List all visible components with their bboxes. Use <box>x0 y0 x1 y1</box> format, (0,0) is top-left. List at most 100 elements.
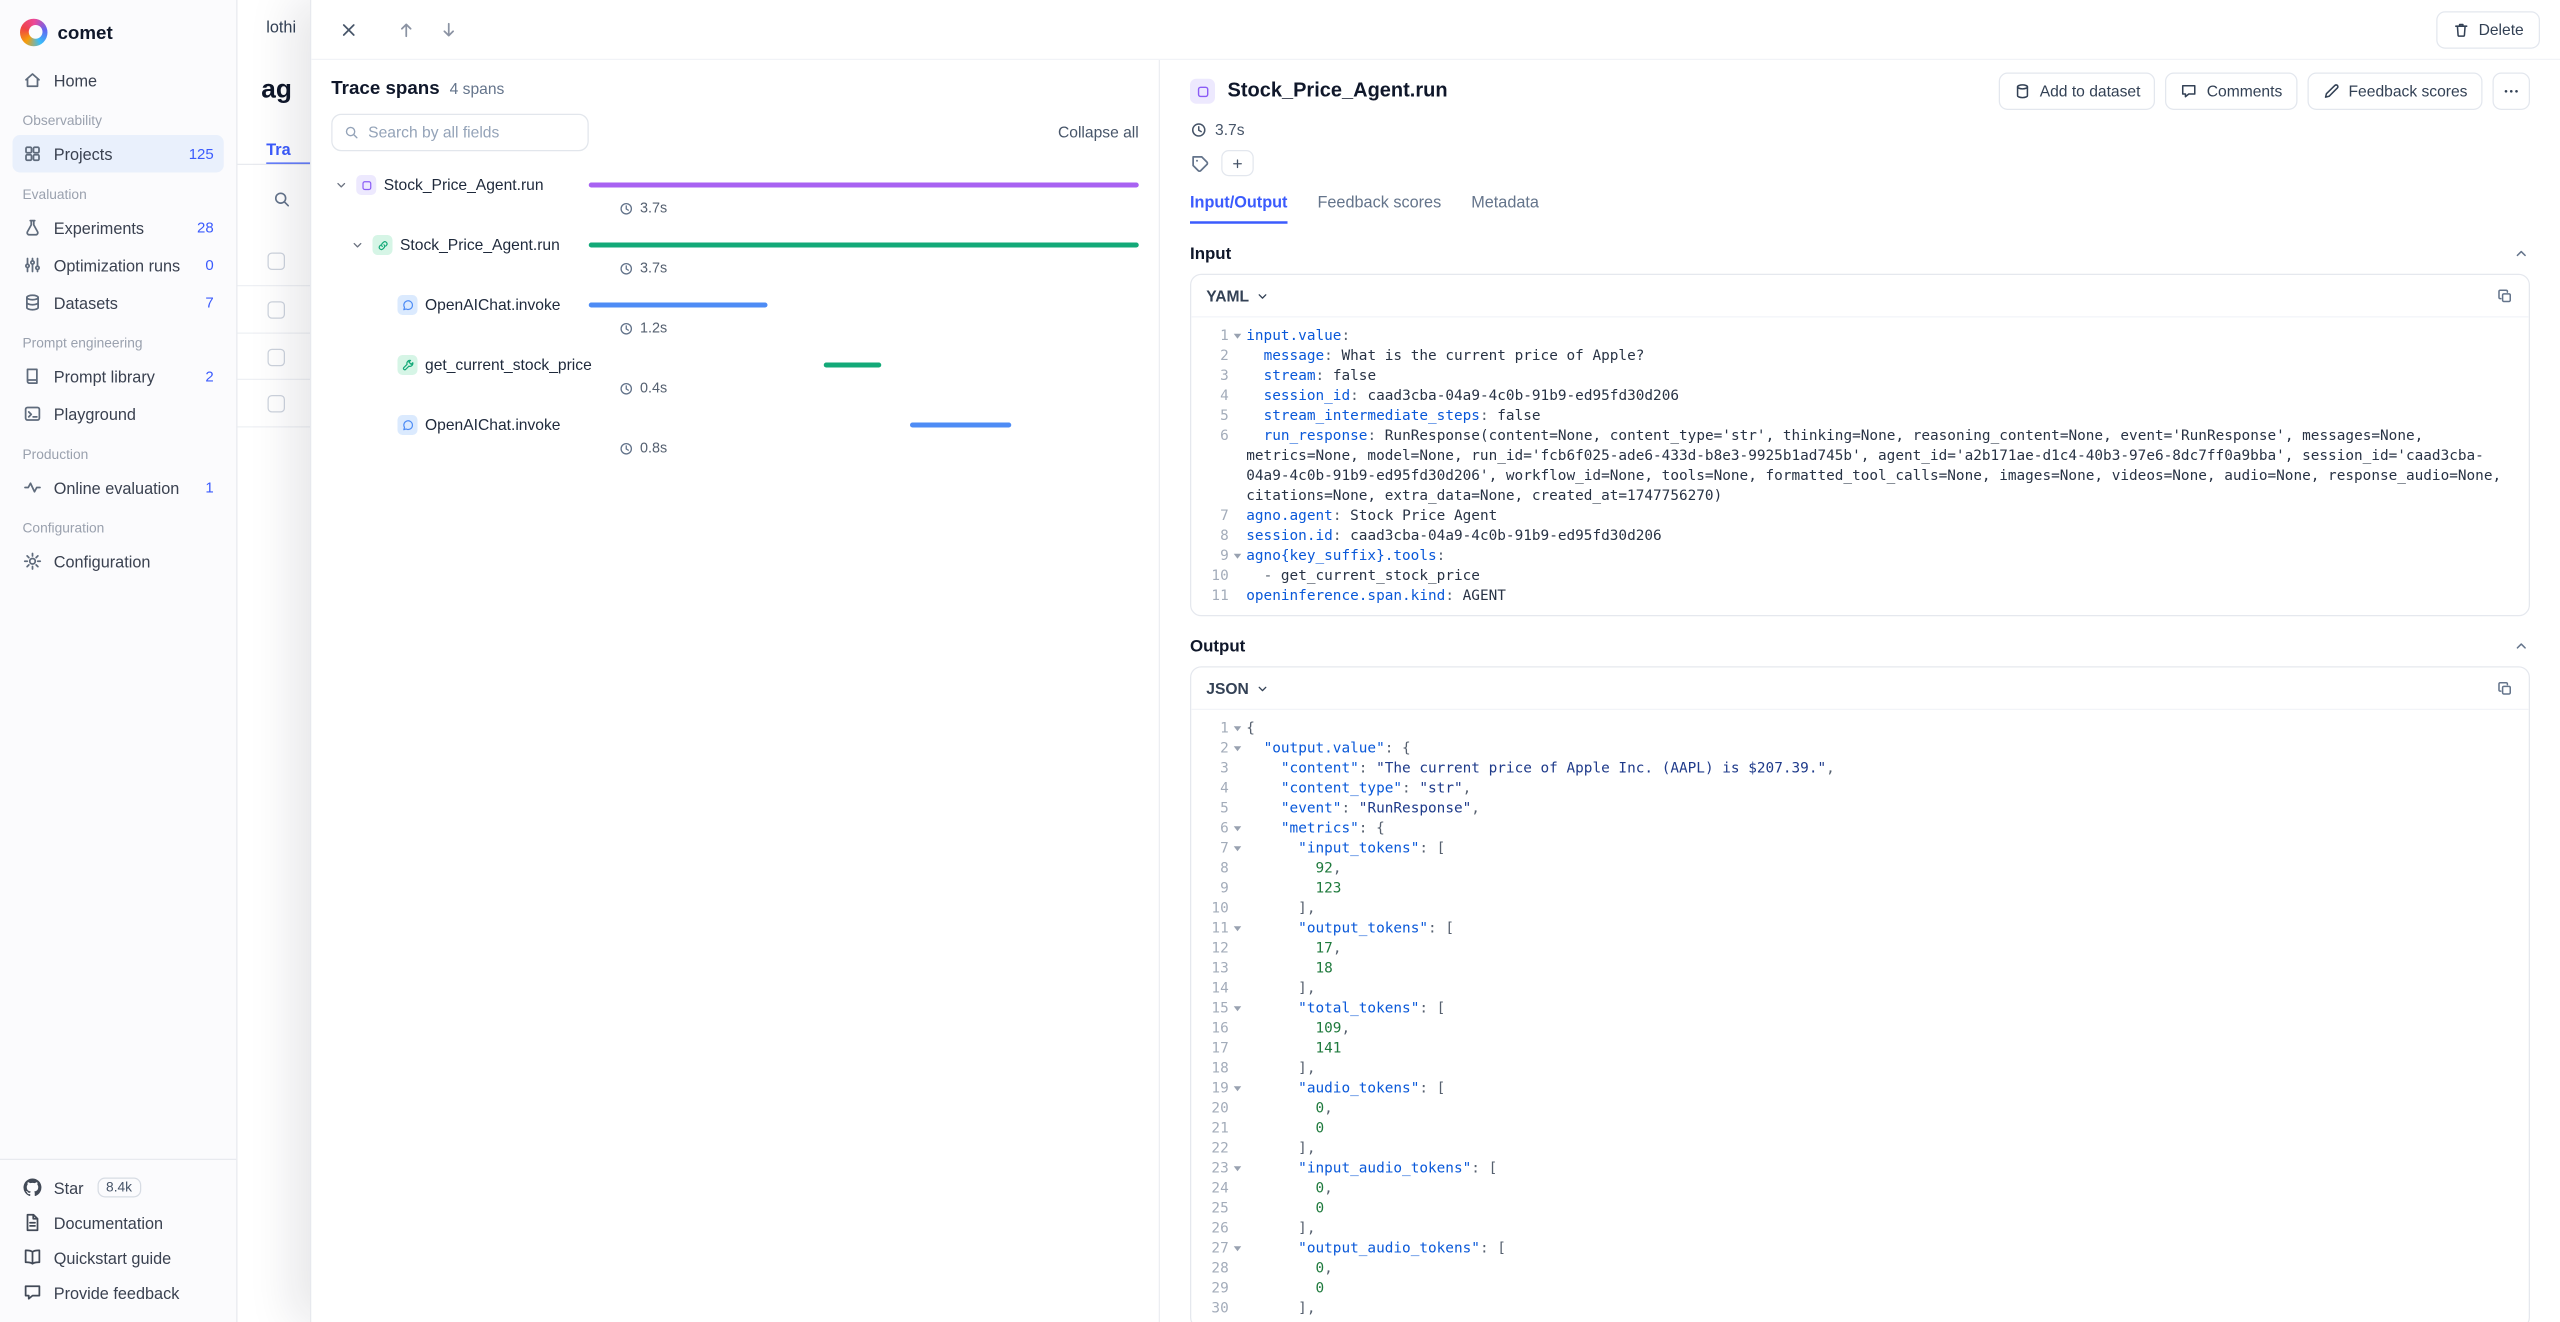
tab-input-output[interactable]: Input/Output <box>1190 193 1287 224</box>
sidebar-section-evaluation: Evaluation <box>13 173 224 209</box>
row-divider <box>238 426 311 427</box>
span-bar <box>910 423 1012 428</box>
row-checkbox[interactable] <box>268 395 286 413</box>
span-timeline <box>589 231 1139 259</box>
page-title: ag <box>261 75 292 105</box>
collapse-input-button[interactable] <box>2513 244 2531 262</box>
sidebar-item-label: Configuration <box>54 552 151 571</box>
sidebar-item-label: Documentation <box>54 1213 163 1232</box>
tab-metadata[interactable]: Metadata <box>1471 193 1539 224</box>
span-duration-row: 3.7s <box>1190 121 2530 139</box>
sidebar-item-documentation[interactable]: Documentation <box>13 1205 224 1240</box>
detail-actions: Add to dataset Comments Feedback scores <box>1998 73 2530 111</box>
sidebar-item-configuration[interactable]: Configuration <box>13 543 224 581</box>
sidebar-item-provide-feedback[interactable]: Provide feedback <box>13 1275 224 1310</box>
copy-button[interactable] <box>2496 679 2514 697</box>
next-trace-button[interactable] <box>431 12 466 47</box>
span-duration: 3.7s <box>619 261 1139 276</box>
trace-spans-header: Trace spans 4 spans <box>331 73 1139 114</box>
chevron-down-icon <box>1255 288 1270 303</box>
input-code-toolbar: YAML <box>1191 275 2529 318</box>
sidebar: comet Home Observability Projects 125 Ev… <box>0 0 238 1322</box>
delete-button[interactable]: Delete <box>2436 11 2540 49</box>
github-icon <box>23 1178 43 1198</box>
add-tag-button[interactable] <box>1221 150 1254 176</box>
workspace-name[interactable]: lothi <box>266 18 296 37</box>
chevron-down-icon <box>1255 681 1270 696</box>
feedback-scores-button[interactable]: Feedback scores <box>2307 73 2482 111</box>
sidebar-section-configuration: Configuration <box>13 506 224 542</box>
span-name: Stock_Price_Agent.run <box>400 236 560 254</box>
format-select[interactable]: YAML <box>1206 287 1270 305</box>
copy-button[interactable] <box>2496 287 2514 305</box>
format-select[interactable]: JSON <box>1206 679 1270 697</box>
clock-icon <box>619 441 634 456</box>
chevron-down-icon[interactable] <box>334 178 349 193</box>
comments-button[interactable]: Comments <box>2165 73 2297 111</box>
spans-search-input[interactable] <box>368 124 576 142</box>
home-icon <box>23 70 43 90</box>
sidebar-item-online-evaluation[interactable]: Online evaluation 1 <box>13 469 224 507</box>
tool-icon <box>398 355 418 375</box>
book-open-icon <box>23 1248 43 1268</box>
clock-icon <box>1190 121 1208 139</box>
trace-drawer: Delete Trace spans 4 spans Collapse all <box>310 0 2560 1322</box>
tab-feedback-scores[interactable]: Feedback scores <box>1317 193 1441 224</box>
span-title: Stock_Price_Agent.run <box>1228 80 1448 103</box>
sidebar-item-label: Playground <box>54 404 136 423</box>
more-actions-button[interactable] <box>2493 73 2531 111</box>
span-row[interactable]: get_current_stock_price 0.4s <box>331 351 1139 396</box>
add-to-dataset-button[interactable]: Add to dataset <box>1998 73 2155 111</box>
output-code-block[interactable]: 1{2 "output.value": {3 "content": "The c… <box>1191 710 2529 1322</box>
span-timeline <box>589 351 1139 379</box>
span-row[interactable]: OpenAIChat.invoke 0.8s <box>331 411 1139 456</box>
search-icon[interactable] <box>273 190 292 209</box>
drawer-body: Trace spans 4 spans Collapse all <box>311 60 2560 1322</box>
logo[interactable]: comet <box>0 0 236 56</box>
collapse-all-button[interactable]: Collapse all <box>1058 124 1139 142</box>
span-rows: Stock_Price_Agent.run 3.7s <box>331 171 1139 456</box>
clock-icon <box>619 201 634 216</box>
trace-spans-title: Trace spans <box>331 78 439 99</box>
row-checkbox[interactable] <box>268 349 286 367</box>
sidebar-item-playground[interactable]: Playground <box>13 395 224 433</box>
sidebar-section-prompt-engineering: Prompt engineering <box>13 321 224 357</box>
span-row[interactable]: Stock_Price_Agent.run 3.7s <box>331 231 1139 276</box>
input-code-block[interactable]: 1input.value:2 message: What is the curr… <box>1191 318 2529 616</box>
chevron-down-icon[interactable] <box>350 238 365 253</box>
span-bar <box>589 243 1139 248</box>
sidebar-item-datasets[interactable]: Datasets 7 <box>13 284 224 322</box>
github-star-button[interactable]: Star 8.4k <box>13 1170 224 1205</box>
span-duration: 0.8s <box>619 441 1139 456</box>
terminal-icon <box>23 404 43 424</box>
copy-icon <box>2496 287 2514 305</box>
row-checkbox[interactable] <box>268 253 286 271</box>
input-section-title: Input <box>1190 244 1231 263</box>
sidebar-item-prompt-library[interactable]: Prompt library 2 <box>13 358 224 396</box>
row-checkbox[interactable] <box>268 301 286 319</box>
span-name: Stock_Price_Agent.run <box>384 176 544 194</box>
comet-logo <box>20 19 48 47</box>
sidebar-item-count: 7 <box>205 294 213 312</box>
clock-icon <box>619 261 634 276</box>
prev-trace-button[interactable] <box>389 12 424 47</box>
sidebar-item-projects[interactable]: Projects 125 <box>13 135 224 173</box>
sidebar-item-optimization-runs[interactable]: Optimization runs 0 <box>13 246 224 284</box>
tab-traces[interactable]: Tra <box>266 140 290 159</box>
sidebar-item-quickstart-guide[interactable]: Quickstart guide <box>13 1240 224 1275</box>
span-bar <box>824 363 882 368</box>
close-button[interactable] <box>331 12 366 47</box>
detail-tabs: Input/Output Feedback scores Metadata <box>1190 193 2530 224</box>
sidebar-item-experiments[interactable]: Experiments 28 <box>13 209 224 247</box>
sidebar-item-home[interactable]: Home <box>13 61 224 99</box>
collapse-output-button[interactable] <box>2513 637 2531 655</box>
spans-search-box[interactable] <box>331 114 589 152</box>
span-row[interactable]: OpenAIChat.invoke 1.2s <box>331 291 1139 336</box>
pencil-icon <box>2322 83 2340 101</box>
arrow-up-icon <box>396 19 416 39</box>
trash-icon <box>2452 21 2470 39</box>
span-row[interactable]: Stock_Price_Agent.run 3.7s <box>331 171 1139 216</box>
tabs-border <box>238 164 311 165</box>
sidebar-item-label: Quickstart guide <box>54 1248 171 1267</box>
sliders-icon <box>23 255 43 275</box>
